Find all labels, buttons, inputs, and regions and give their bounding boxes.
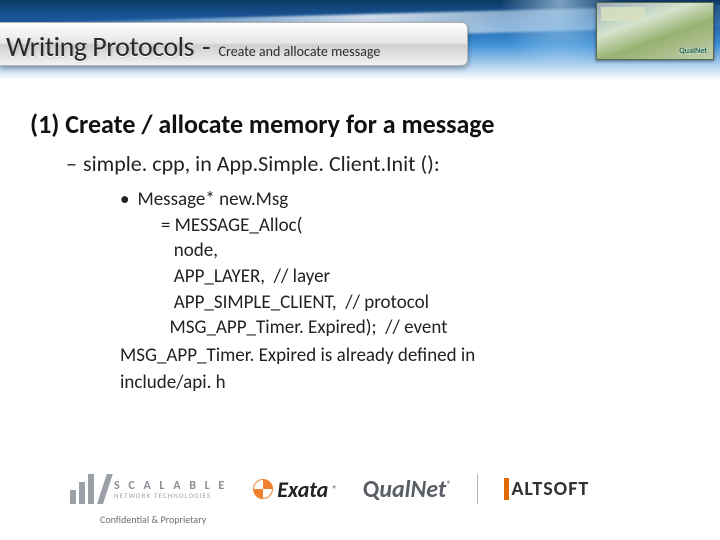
logo-row: S C A L A B L E NETWORK TECHNOLOGIES Exa… xyxy=(70,466,680,512)
scalable-line1: S C A L A B L E xyxy=(114,480,227,492)
altsoft-bar-icon xyxy=(504,478,509,500)
content-heading: (1) Create / allocate memory for a messa… xyxy=(30,108,690,140)
reg-mark: ® xyxy=(332,484,337,495)
exata-text: Exata xyxy=(277,476,328,503)
code-line: node, xyxy=(148,238,690,264)
dash-bullet: – xyxy=(66,150,77,177)
code-line: APP_LAYER, // layer xyxy=(148,264,690,290)
code-block: = MESSAGE_Alloc( node, APP_LAYER, // lay… xyxy=(148,213,690,341)
slide-title-dash: - xyxy=(202,29,211,64)
scalable-line2: NETWORK TECHNOLOGIES xyxy=(114,492,227,499)
corner-image: QualNet xyxy=(596,2,714,60)
confidential-footer: Confidential & Proprietary xyxy=(100,513,206,526)
reg-mark: ® xyxy=(446,478,451,491)
logo-altsoft: ALTSOFT xyxy=(504,477,589,501)
qualnet-rest: ualNet xyxy=(379,475,446,504)
code-line: = MESSAGE_Alloc( xyxy=(148,213,690,239)
content-area: (1) Create / allocate memory for a messa… xyxy=(30,108,690,396)
logo-qualnet: QualNet® xyxy=(363,475,451,504)
code-line-1: Message* new.Msg xyxy=(137,188,288,211)
logo-divider xyxy=(477,474,478,504)
tail-line-2: include/api. h xyxy=(120,370,690,396)
scalable-mark-icon xyxy=(70,474,106,504)
corner-label: QualNet xyxy=(679,46,707,56)
title-bar: Writing Protocols - Create and allocate … xyxy=(0,22,468,66)
content-sub1: –simple. cpp, in App.Simple. Client.Init… xyxy=(66,150,690,177)
logo-scalable: S C A L A B L E NETWORK TECHNOLOGIES xyxy=(70,474,227,504)
logo-exata: Exata ® xyxy=(253,476,337,503)
altsoft-text: ALTSOFT xyxy=(511,477,589,501)
content-sub1-text: simple. cpp, in App.Simple. Client.Init … xyxy=(83,150,440,177)
exata-swirl-icon xyxy=(253,479,273,499)
slide: QualNet Writing Protocols - Create and a… xyxy=(0,0,720,540)
dot-bullet: • xyxy=(120,188,129,211)
tail-line-1: MSG_APP_Timer. Expired is already define… xyxy=(120,343,690,369)
code-line: MSG_APP_Timer. Expired); // event xyxy=(148,315,690,341)
qualnet-q: Q xyxy=(363,475,379,504)
content-bullet: • Message* new.Msg xyxy=(120,187,690,213)
slide-title-main: Writing Protocols xyxy=(6,29,194,64)
scalable-text: S C A L A B L E NETWORK TECHNOLOGIES xyxy=(114,480,227,499)
slide-title-sub: Create and allocate message xyxy=(219,43,381,60)
code-line: APP_SIMPLE_CLIENT, // protocol xyxy=(148,290,690,316)
